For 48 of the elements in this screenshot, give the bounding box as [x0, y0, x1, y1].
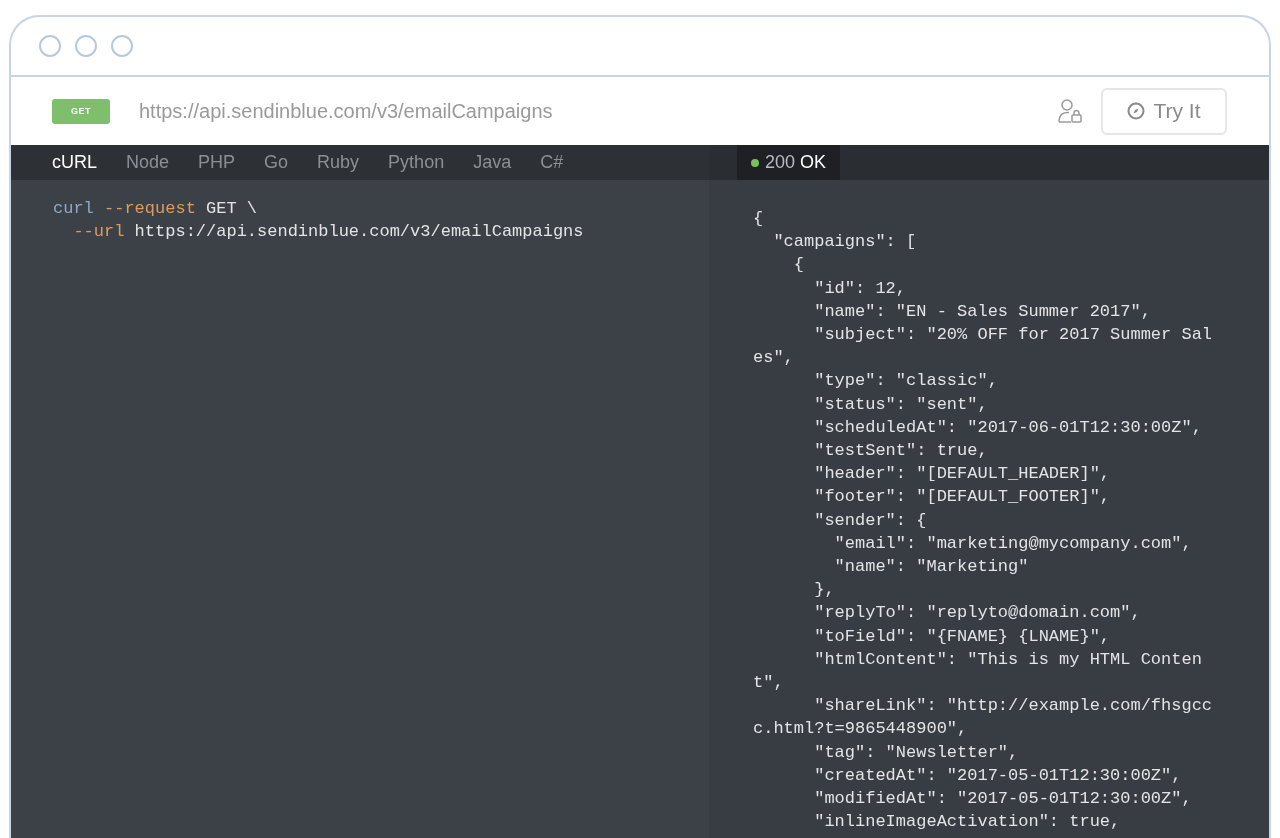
- json-line: {: [792, 254, 804, 277]
- json-line: },: [813, 579, 835, 602]
- json-line: "subject": "20% OFF for 2017 Summer Sal: [813, 324, 1213, 346]
- json-line: "campaigns": [: [772, 231, 917, 254]
- json-line: "footer": "[DEFAULT_FOOTER]",: [813, 486, 1111, 509]
- json-line: "shareLink": "http://example.com/fhsgcc: [813, 695, 1213, 718]
- json-line: "tag": "Newsletter",: [813, 741, 1019, 764]
- json-line: "scheduledAt": "2017-06-01T12:30:00Z",: [813, 416, 1202, 439]
- code-line: curl --request GET \: [53, 198, 258, 220]
- try-it-button[interactable]: Try It: [1101, 87, 1227, 135]
- window-control-icon[interactable]: [39, 35, 61, 57]
- status-tab[interactable]: 200 OK: [737, 145, 841, 180]
- json-line: t",: [753, 672, 784, 695]
- language-tab[interactable]: C#: [540, 152, 564, 173]
- json-line: "header": "[DEFAULT_HEADER]",: [813, 463, 1111, 486]
- json-line: "sender": {: [813, 509, 927, 532]
- json-line: "id": 12,: [813, 277, 907, 300]
- json-line: "htmlContent": "This is my HTML Conten: [813, 648, 1202, 671]
- json-line: es",: [753, 347, 794, 370]
- json-line: "replyTo": "replyto@domain.com",: [813, 602, 1141, 625]
- json-line: "toField": "{FNAME} {LNAME}",: [813, 625, 1111, 648]
- language-tab[interactable]: Ruby: [317, 152, 360, 173]
- window-control-icon[interactable]: [75, 35, 97, 57]
- language-tab[interactable]: Java: [473, 152, 512, 173]
- json-line: c.html?t=9865448900",: [753, 718, 968, 741]
- json-line: "email": "marketing@mycompany.com",: [833, 532, 1192, 555]
- status-code: 200: [765, 152, 796, 173]
- code-line: --url https://api.sendinblue.com/v3/emailCampaigns: [72, 221, 584, 244]
- json-line: "modifiedAt": "2017-05-01T12:30:00Z",: [813, 788, 1192, 811]
- status-text: OK: [800, 152, 827, 173]
- json-line: "status": "sent",: [813, 393, 988, 416]
- language-tab[interactable]: PHP: [198, 152, 236, 173]
- json-line: {: [753, 208, 764, 230]
- language-tab[interactable]: Python: [388, 152, 445, 173]
- compass-icon: [1127, 102, 1146, 120]
- endpoint-url: https://api.sendinblue.com/v3/emailCampaigns: [139, 99, 554, 123]
- json-line: "type": "classic",: [813, 370, 998, 393]
- method-badge: GET: [52, 98, 110, 124]
- language-tab[interactable]: Go: [264, 152, 289, 173]
- json-line: "inlineImageActivation": true,: [813, 811, 1121, 834]
- json-line: "name": "EN - Sales Summer 2017",: [813, 300, 1151, 323]
- json-line: "createdAt": "2017-05-01T12:30:00Z",: [813, 764, 1182, 787]
- json-line: "name": "Marketing": [833, 556, 1029, 579]
- json-line: "testSent": true,: [813, 440, 988, 463]
- language-tab[interactable]: cURL: [52, 152, 97, 173]
- window-control-icon[interactable]: [111, 35, 133, 57]
- language-tab[interactable]: Node: [126, 152, 170, 173]
- user-lock-icon[interactable]: [1058, 98, 1082, 124]
